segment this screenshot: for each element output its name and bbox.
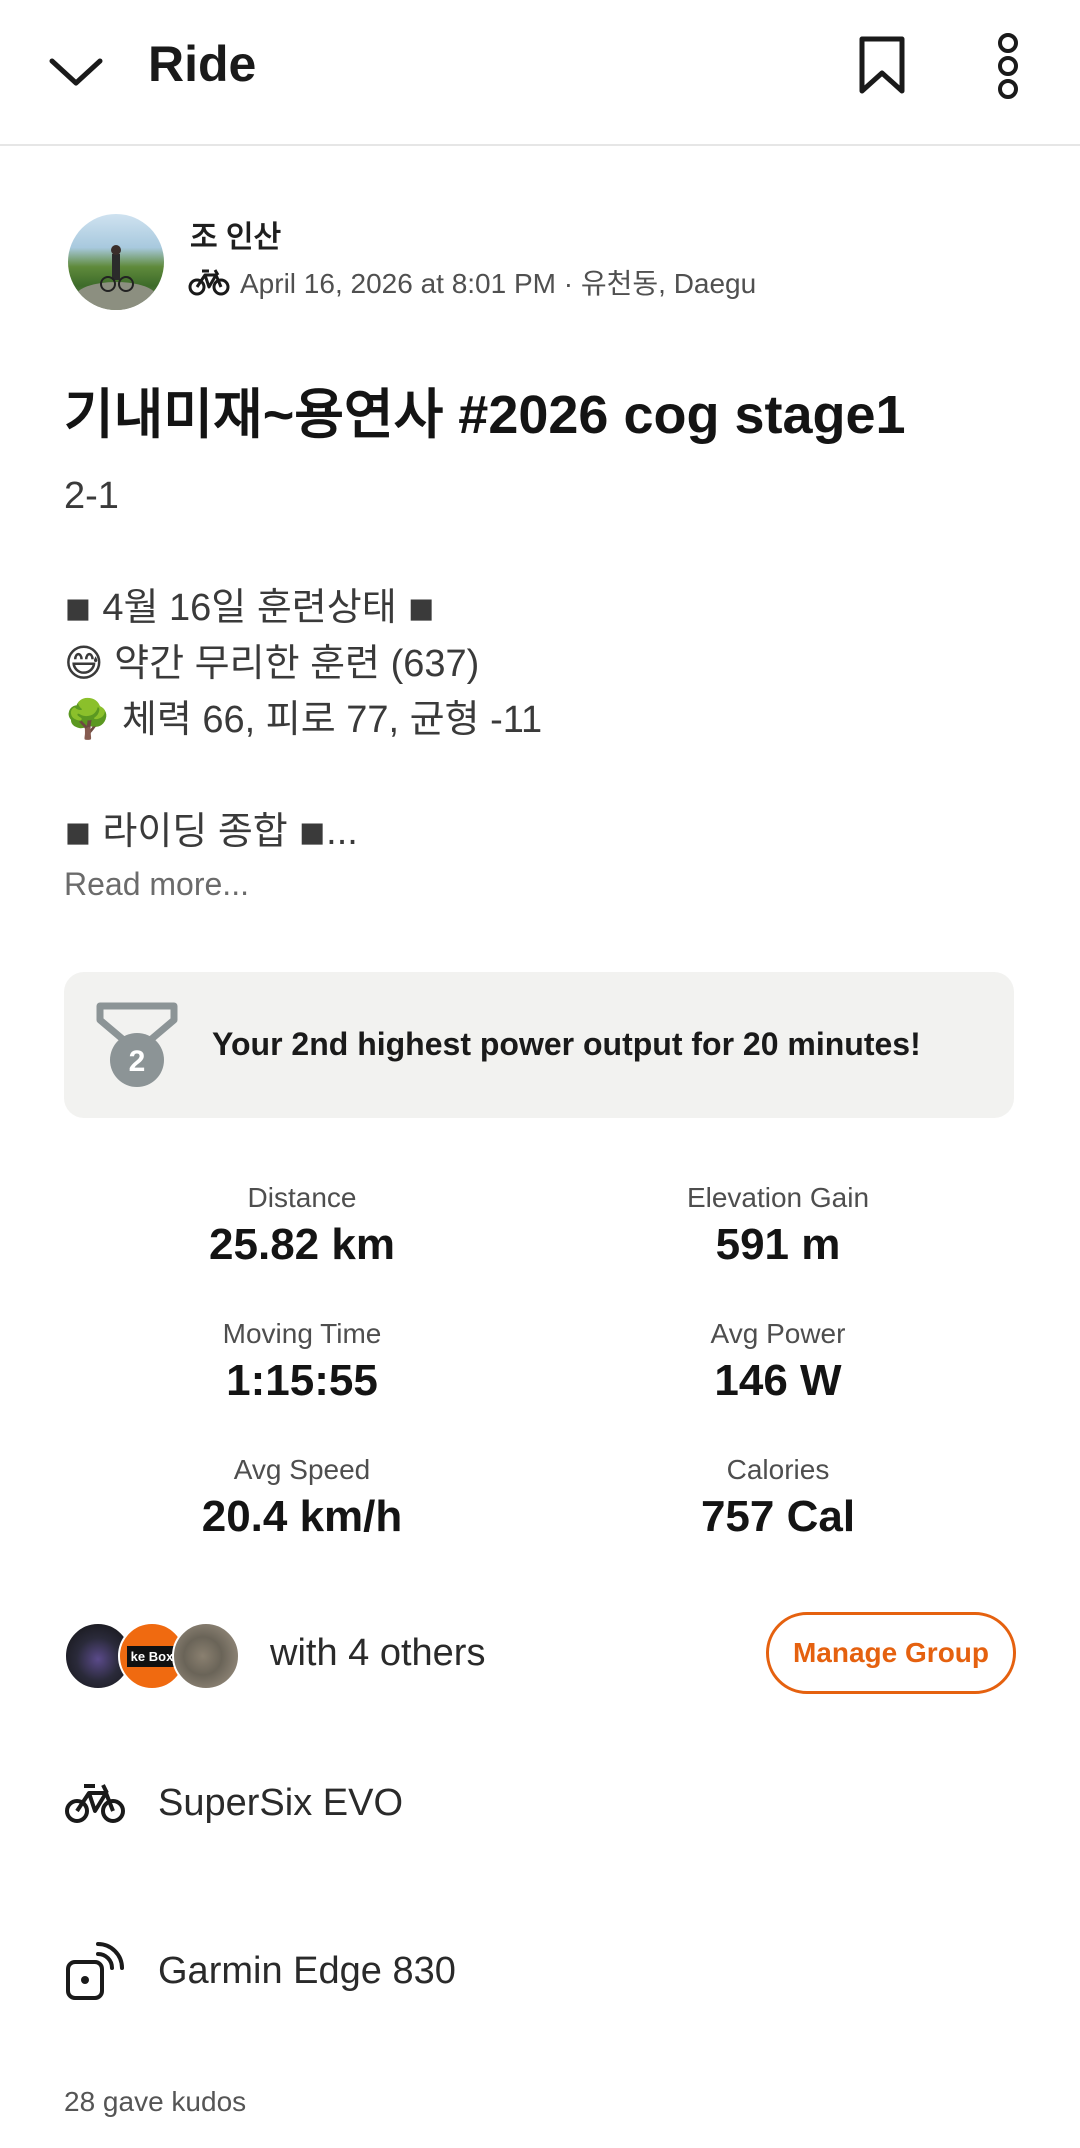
bike-icon bbox=[65, 1784, 125, 1823]
activity-date-location: April 16, 2026 at 8:01 PM · 유천동, Daegu bbox=[240, 268, 757, 299]
athlete-header: 조 인산 April 16, 2026 at 8:01 PM · 유천동, Da… bbox=[64, 208, 1024, 318]
bike-icon-container bbox=[64, 1778, 126, 1828]
device-signal-icon bbox=[66, 1942, 124, 2000]
stat-label: Calories bbox=[726, 1454, 830, 1485]
back-button[interactable] bbox=[44, 40, 108, 104]
stat-calories: Calories 757 Cal bbox=[540, 1454, 1016, 1542]
description-line: 2-1 bbox=[64, 475, 119, 517]
stat-label: Elevation Gain bbox=[686, 1182, 870, 1213]
description-line: 🌳 체력 66, 피로 77, 균형 -11 bbox=[64, 699, 543, 741]
medal-rank: 2 bbox=[129, 1045, 146, 1078]
activity-title: 기내미재~용연사 #2026 cog stage1 bbox=[64, 385, 906, 445]
stat-value: 20.4 km/h bbox=[201, 1492, 403, 1541]
activity-meta: April 16, 2026 at 8:01 PM · 유천동, Daegu bbox=[188, 262, 756, 302]
gear-device-row[interactable]: Garmin Edge 830 bbox=[64, 1936, 1016, 2006]
group-member-avatar[interactable] bbox=[172, 1622, 240, 1690]
bookmark-icon bbox=[859, 36, 905, 94]
activity-description: 2-1 ◾ 4월 16일 훈련상태 ◾ 😅 약간 무리한 훈련 (637) 🌳 … bbox=[64, 468, 542, 860]
stat-moving-time: Moving Time 1:15:55 bbox=[64, 1318, 540, 1406]
bike-name: SuperSix EVO bbox=[158, 1781, 403, 1824]
device-icon-container bbox=[64, 1942, 126, 2000]
achievement-text: Your 2nd highest power output for 20 min… bbox=[212, 1026, 921, 1062]
stat-value: 757 Cal bbox=[700, 1492, 856, 1541]
description-line: 😅 약간 무리한 훈련 (637) bbox=[64, 643, 480, 685]
stat-value: 591 m bbox=[715, 1220, 841, 1269]
bookmark-button[interactable] bbox=[852, 30, 912, 102]
stat-label: Avg Speed bbox=[233, 1454, 371, 1485]
description-line: ◾ 4월 16일 훈련상태 ◾ bbox=[64, 587, 436, 629]
page-title: Ride bbox=[148, 36, 257, 92]
stat-avg-speed: Avg Speed 20.4 km/h bbox=[64, 1454, 540, 1542]
medal-icon: 2 bbox=[96, 1002, 178, 1087]
kudos-count[interactable]: 28 gave kudos bbox=[64, 2086, 246, 2118]
stat-label: Moving Time bbox=[222, 1318, 382, 1349]
avatar-logo-text: ke Box bbox=[126, 1645, 178, 1667]
achievement-card[interactable]: 2 Your 2nd highest power output for 20 m… bbox=[64, 972, 1014, 1118]
manage-group-button[interactable]: Manage Group bbox=[766, 1612, 1016, 1694]
group-with-others[interactable]: with 4 others bbox=[270, 1632, 485, 1675]
bike-icon bbox=[188, 269, 230, 296]
stat-distance: Distance 25.82 km bbox=[64, 1182, 540, 1270]
stat-value: 1:15:55 bbox=[226, 1356, 378, 1405]
stat-avg-power: Avg Power 146 W bbox=[540, 1318, 1016, 1406]
group-activity-row: ke Box with 4 others Manage Group bbox=[64, 1612, 1016, 1698]
read-more-link[interactable]: Read more... bbox=[64, 866, 249, 903]
top-app-bar: Ride bbox=[0, 0, 1080, 146]
stat-value: 146 W bbox=[714, 1356, 842, 1405]
device-name: Garmin Edge 830 bbox=[158, 1949, 456, 1992]
stat-value: 25.82 km bbox=[209, 1220, 395, 1269]
chevron-down-icon bbox=[49, 58, 103, 86]
stat-elevation-gain: Elevation Gain 591 m bbox=[540, 1182, 1016, 1270]
more-options-button[interactable] bbox=[984, 28, 1032, 104]
avatar-photo bbox=[76, 245, 156, 310]
avatar[interactable] bbox=[68, 214, 164, 310]
gear-bike-row[interactable]: SuperSix EVO bbox=[64, 1768, 1016, 1838]
more-vertical-icon bbox=[998, 33, 1018, 99]
stat-label: Distance bbox=[247, 1182, 357, 1213]
athlete-name[interactable]: 조 인산 bbox=[190, 212, 281, 256]
description-line: ◾ 라이딩 종합 ◾... bbox=[64, 811, 358, 853]
stat-label: Avg Power bbox=[710, 1318, 846, 1349]
